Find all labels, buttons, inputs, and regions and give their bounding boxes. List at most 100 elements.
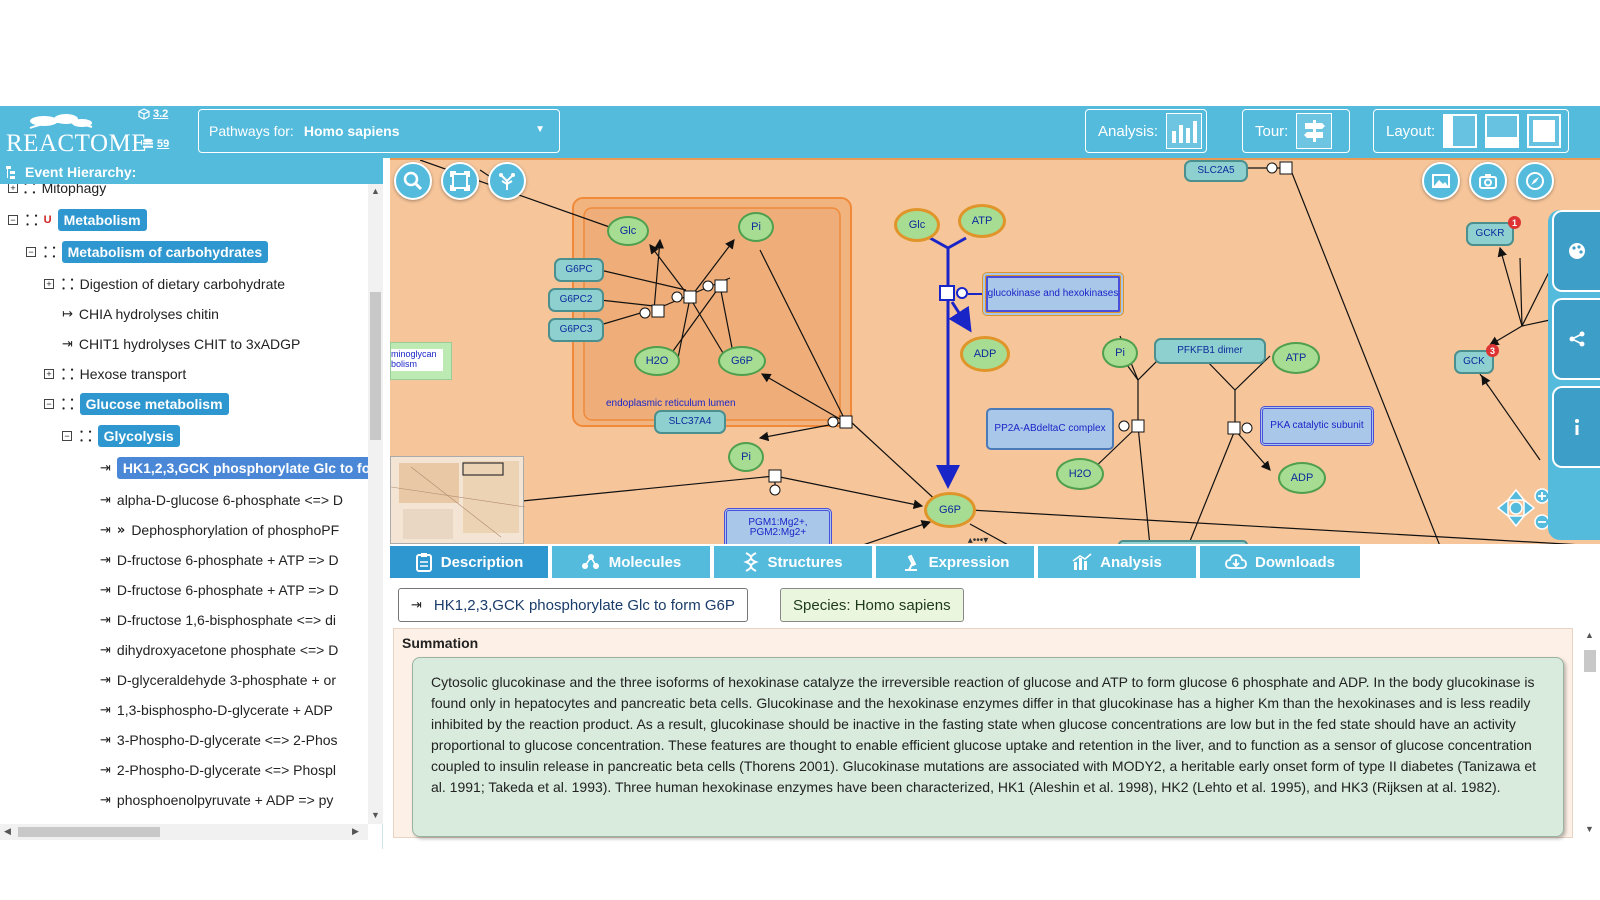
tree-node-hexose-transport[interactable]: + ⸬ Hexose transport <box>44 362 186 386</box>
share-panel[interactable] <box>1552 298 1600 380</box>
node-atp-right[interactable]: ATP <box>1272 342 1320 374</box>
scroll-right-icon[interactable]: ▶ <box>352 826 359 837</box>
event-hierarchy-title-text: Event Hierarchy: <box>25 164 137 180</box>
tree-node-reaction[interactable]: ⇥ D-fructose 6-phosphate + ATP => D <box>100 578 339 602</box>
reaction-icon: ⇥ <box>100 552 111 568</box>
version-link[interactable]: 3.2 <box>138 108 168 120</box>
species-dropdown[interactable]: Pathways for: Homo sapiens ▼ <box>198 109 560 153</box>
node-pfkfb1-dimer[interactable]: PFKFB1 dimer <box>1154 338 1266 364</box>
illustration-image-button[interactable] <box>1422 162 1460 200</box>
tree-node-reaction[interactable]: ⇥ phosphoenolpyruvate + ADP => py <box>100 788 333 812</box>
tab-molecules[interactable]: Molecules <box>552 546 710 578</box>
info-panel[interactable] <box>1552 386 1600 468</box>
node-g6p-er[interactable]: G6P <box>718 346 766 376</box>
db-version-link[interactable]: 59 <box>142 138 169 150</box>
node-g6p-main[interactable]: G6P <box>924 492 976 528</box>
tree-node-reaction[interactable]: ⇥ D-glyceraldehyde 3-phosphate + or <box>100 668 336 692</box>
scroll-up-icon[interactable]: ▲ <box>1585 630 1594 640</box>
tree-label: D-fructose 1,6-bisphosphate <=> di <box>116 612 336 628</box>
tree-horizontal-scrollbar[interactable]: ◀ ▶ <box>0 824 368 840</box>
tab-structures[interactable]: Structures <box>714 546 872 578</box>
layout-button[interactable]: Layout: <box>1373 109 1569 153</box>
tree-node-metabolism-of-carbohydrates[interactable]: − ⸬ Metabolism of carbohydrates <box>26 240 269 264</box>
node-gckr[interactable]: GCKR <box>1466 222 1514 246</box>
collapse-toggle[interactable]: − <box>44 399 54 409</box>
reactome-logo[interactable]: REACTOME <box>4 110 147 157</box>
scroll-thumb[interactable] <box>1584 650 1596 672</box>
search-icon <box>403 171 423 191</box>
fit-all-button[interactable] <box>441 162 479 200</box>
tree-node-mitophagy[interactable]: + ⸬ Mitophagy <box>8 184 106 200</box>
scroll-thumb[interactable] <box>18 827 160 837</box>
analysis-overlay-panel[interactable] <box>1552 210 1600 292</box>
node-adp-right[interactable]: ADP <box>1278 462 1326 494</box>
node-pi-lower[interactable]: Pi <box>728 442 764 472</box>
search-button[interactable] <box>394 162 432 200</box>
tree-label: Glucose metabolism <box>79 393 229 415</box>
node-pi-right[interactable]: Pi <box>1102 338 1138 368</box>
layout-bottom-icon[interactable] <box>1485 114 1520 148</box>
tree-node-glycolysis[interactable]: − ⸬ Glycolysis <box>62 424 180 448</box>
node-slc37a4[interactable]: SLC37A4 <box>654 410 726 434</box>
details-vertical-scrollbar[interactable]: ▲ ▼ <box>1580 628 1600 838</box>
layout-left-icon[interactable] <box>1443 114 1478 148</box>
tree-node-chia[interactable]: ↦ CHIA hydrolyses chitin <box>62 302 219 326</box>
node-h2o-er[interactable]: H2O <box>634 346 680 376</box>
scroll-left-icon[interactable]: ◀ <box>4 826 11 837</box>
node-pp2a-complex[interactable]: PP2A-ABdeltaC complex <box>986 408 1114 450</box>
tree-vertical-scrollbar[interactable]: ▲ ▼ <box>368 184 383 824</box>
scroll-down-icon[interactable]: ▼ <box>371 810 380 820</box>
tree-node-reaction[interactable]: ⇥ alpha-D-glucose 6-phosphate <=> D <box>100 488 343 512</box>
node-glucokinase-complex[interactable]: glucokinase and hexokinases <box>982 272 1124 316</box>
tree-node-digestion[interactable]: + ⸬ Digestion of dietary carbohydrate <box>44 272 285 296</box>
tab-description[interactable]: Description <box>390 546 548 578</box>
expand-toggle[interactable]: + <box>8 184 18 193</box>
tree-node-reaction[interactable]: ⇥ D-fructose 1,6-bisphosphate <=> di <box>100 608 336 632</box>
tree-node-reaction[interactable]: ⇥ 1,3-bisphospho-D-glycerate + ADP <box>100 698 333 722</box>
node-adp-main[interactable]: ADP <box>960 336 1010 372</box>
tree-node-chit1[interactable]: ⇥ CHIT1 hydrolyses CHIT to 3xADGP <box>62 332 300 356</box>
node-h2o-right[interactable]: H2O <box>1056 458 1104 490</box>
tree-node-reaction[interactable]: ⇥ 3-Phospho-D-glycerate <=> 2-Phos <box>100 728 338 752</box>
pan-zoom-controls[interactable] <box>1490 484 1550 532</box>
tree-node-metabolism[interactable]: − ⸬ U Metabolism <box>8 208 147 232</box>
tree-node-glucose-metabolism[interactable]: − ⸬ Glucose metabolism <box>44 392 229 416</box>
diagram-thumbnail[interactable] <box>390 456 526 544</box>
tree-node-reaction[interactable]: ⇥ dihydroxyacetone phosphate <=> D <box>100 638 338 662</box>
navigation-button[interactable] <box>1516 162 1554 200</box>
tree-node-reaction[interactable]: ⇥ 2-Phospho-D-glycerate <=> Phospl <box>100 758 336 782</box>
collapse-toggle[interactable]: − <box>26 247 36 257</box>
expand-toggle[interactable]: + <box>44 369 54 379</box>
pathway-icon: ⸬ <box>62 396 74 413</box>
node-glc-main[interactable]: Glc <box>894 208 940 242</box>
node-atp-main[interactable]: ATP <box>958 204 1006 238</box>
tab-downloads[interactable]: Downloads <box>1200 546 1360 578</box>
analysis-button[interactable]: Analysis: <box>1085 109 1207 153</box>
scroll-down-icon[interactable]: ▼ <box>1585 824 1594 834</box>
thumbnail-preview <box>390 461 526 539</box>
scroll-up-icon[interactable]: ▲ <box>371 186 380 196</box>
tab-analysis[interactable]: Analysis <box>1038 546 1196 578</box>
node-g6pc[interactable]: G6PC <box>554 258 604 282</box>
node-slc2a5[interactable]: SLC2A5 <box>1184 160 1248 182</box>
collapse-toggle[interactable]: − <box>8 215 18 225</box>
node-g6pc3[interactable]: G6PC3 <box>548 318 604 342</box>
tree-node-reaction[interactable]: ⇥ D-fructose 6-phosphate + ATP => D <box>100 548 339 572</box>
scroll-thumb[interactable] <box>370 292 381 440</box>
tree-node-reaction[interactable]: ⇥ » Dephosphorylation of phosphoPF <box>100 518 339 542</box>
node-pi-er[interactable]: Pi <box>738 212 774 242</box>
illustration-button[interactable] <box>488 162 526 200</box>
node-g6pc2[interactable]: G6PC2 <box>548 288 604 312</box>
node-glc-er[interactable]: Glc <box>607 216 649 246</box>
collapse-toggle[interactable]: − <box>62 431 72 441</box>
tour-button[interactable]: Tour: <box>1242 109 1350 153</box>
pathway-diagram[interactable]: endoplasmic reticulum lumen minoglycan b… <box>390 158 1600 544</box>
subpathway-node[interactable]: minoglycan bolism <box>390 342 452 380</box>
expand-toggle[interactable]: + <box>44 279 54 289</box>
layout-full-icon[interactable] <box>1527 114 1562 148</box>
tab-expression[interactable]: Expression <box>876 546 1034 578</box>
export-button[interactable] <box>1469 162 1507 200</box>
tree-node-hk-phosphorylate[interactable]: ⇥ HK1,2,3,GCK phosphorylate Glc to form … <box>100 456 368 480</box>
node-pka-catalytic[interactable]: PKA catalytic subunit <box>1260 406 1374 446</box>
node-pgm-complex[interactable]: PGM1:Mg2+, PGM2:Mg2+ <box>724 508 832 544</box>
